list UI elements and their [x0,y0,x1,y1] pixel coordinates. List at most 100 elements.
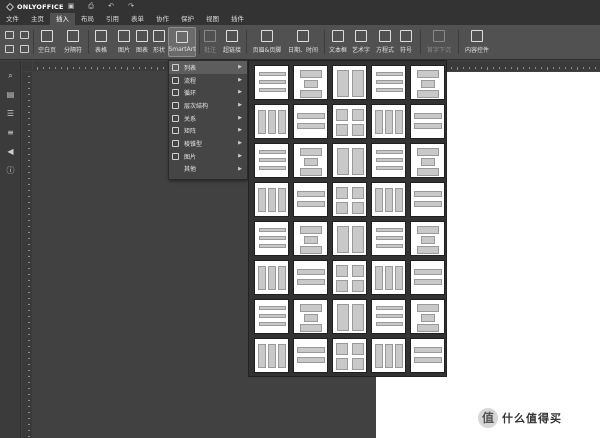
smartart-category-relationship[interactable]: 关系 ▶ [169,112,247,125]
menu-tab[interactable]: 表单 [125,13,150,25]
smartart-layout-thumbnail[interactable] [332,299,367,334]
ruler-corner[interactable] [22,61,32,71]
smartart-category-cycle[interactable]: 循环 ▶ [169,86,247,99]
smartart-layout-thumbnail[interactable] [371,299,406,334]
blank-page-button[interactable]: 空白页 [36,27,58,57]
smartart-layout-thumbnail[interactable] [254,338,289,373]
smartart-layout-thumbnail[interactable] [332,260,367,295]
smartart-category-other[interactable]: 其他 ▶ [169,163,247,176]
menu-tab[interactable]: 引用 [100,13,125,25]
smartart-layout-thumbnail[interactable] [332,143,367,178]
smartart-layout-thumbnail[interactable] [293,182,328,217]
smartart-layout-thumbnail[interactable] [371,260,406,295]
smartart-layout-thumbnail[interactable] [293,143,328,178]
smartart-layout-thumbnail[interactable] [371,143,406,178]
smartart-layout-thumbnail[interactable] [410,65,445,100]
smartart-layout-thumbnail[interactable] [293,299,328,334]
content-control-button[interactable]: 内容控件 [462,27,492,57]
equation-button[interactable]: 方程式 [374,27,396,57]
smartart-layout-thumbnail[interactable] [410,182,445,217]
smartart-layout-thumbnail[interactable] [254,299,289,334]
header-footer-button[interactable]: 页眉&页脚 [250,27,284,57]
smartart-layout-thumbnail[interactable] [410,221,445,256]
page-break-button[interactable]: 分隔符 [61,27,85,57]
smartart-layout-thumbnail[interactable] [371,338,406,373]
smartart-category-process[interactable]: 流程 ▶ [169,74,247,87]
smartart-layout-thumbnail[interactable] [293,104,328,139]
smartart-layout-thumbnail[interactable] [293,221,328,256]
menu-tab[interactable]: 文件 [0,13,25,25]
smartart-category-pyramid[interactable]: 棱锥型 ▶ [169,137,247,150]
smartart-layout-thumbnail[interactable] [410,143,445,178]
cut-icon[interactable] [20,31,29,39]
smartart-layout-thumbnail[interactable] [410,338,445,373]
smartart-layout-thumbnail[interactable] [371,65,406,100]
print-icon[interactable]: ⎙ [86,2,96,11]
smartart-layout-thumbnail[interactable] [371,221,406,256]
speaker-icon[interactable]: ◀ [6,147,15,156]
layout-shape [268,188,276,212]
undo-icon[interactable]: ↶ [106,2,116,11]
smartart-layout-thumbnail[interactable] [332,104,367,139]
app-logo: ONLYOFFICE [6,3,64,11]
smartart-layout-thumbnail[interactable] [254,143,289,178]
menu-tab[interactable]: 协作 [150,13,175,25]
smartart-layout-thumbnail[interactable] [254,104,289,139]
smartart-layout-thumbnail[interactable] [293,338,328,373]
menu-tab[interactable]: 保护 [175,13,200,25]
layout-shape [375,344,383,368]
dropcap-button[interactable]: 首字下沉 [424,27,454,57]
textbox-button[interactable]: 文本框 [327,27,349,57]
info-icon[interactable]: ⓘ [6,166,15,175]
menu-tab[interactable]: 插入 [50,13,75,25]
smartart-layout-thumbnail[interactable] [254,65,289,100]
smartart-layout-thumbnail[interactable] [410,104,445,139]
vertical-ruler[interactable] [22,72,32,438]
table-button[interactable]: 表格 [92,27,110,57]
smartart-layout-thumbnail[interactable] [410,260,445,295]
smartart-category-list[interactable]: 列表 ▶ [169,61,247,74]
smartart-layout-thumbnail[interactable] [332,65,367,100]
navigation-icon[interactable]: ☰ [6,109,15,118]
smartart-layout-thumbnail[interactable] [254,260,289,295]
symbol-button[interactable]: 符号 [397,27,415,57]
chart-button[interactable]: 图表 [134,27,150,57]
smartart-layout-thumbnail[interactable] [293,65,328,100]
smartart-category-picture[interactable]: 图片 ▶ [169,150,247,163]
smartart-layout-thumbnail[interactable] [371,182,406,217]
smartart-category-hierarchy[interactable]: 层次结构 ▶ [169,99,247,112]
image-button[interactable]: 图片 [116,27,132,57]
smartart-layout-thumbnail[interactable] [332,221,367,256]
ruler-tick [97,67,98,70]
ruler-tick [28,352,30,353]
search-icon[interactable]: ⌕ [6,71,15,80]
layout-shape [278,110,286,134]
smartart-layout-thumbnail[interactable] [254,182,289,217]
layout-shape [259,72,286,76]
smartart-category-matrix[interactable]: 矩阵 ▶ [169,124,247,137]
paste-icon[interactable] [5,45,14,53]
menu-tab[interactable]: 插件 [225,13,250,25]
smartart-layout-thumbnail[interactable] [254,221,289,256]
menu-tab[interactable]: 视图 [200,13,225,25]
smartart-layout-thumbnail[interactable] [410,299,445,334]
hyperlink-button[interactable]: 超链接 [221,27,243,57]
smartart-layout-thumbnail[interactable] [371,104,406,139]
headings-icon[interactable]: ≡ [6,128,15,137]
menu-tab[interactable]: 主页 [25,13,50,25]
menu-tab[interactable]: 布局 [75,13,100,25]
comments-icon[interactable]: ▤ [6,90,15,99]
copy-icon[interactable] [5,31,14,39]
shape-button[interactable]: 形状 [151,27,167,57]
format-painter-icon[interactable] [20,45,29,53]
smartart-button[interactable]: SmartArt [168,27,196,57]
datetime-button[interactable]: 日期、时间 [285,27,321,57]
textart-button[interactable]: 艺术字 [350,27,372,57]
smartart-layout-thumbnail[interactable] [332,182,367,217]
redo-icon[interactable]: ↷ [126,2,136,11]
smartart-layout-thumbnail[interactable] [293,260,328,295]
smartart-layout-thumbnail[interactable] [332,338,367,373]
comment-button[interactable]: 批注 [202,27,218,57]
ruler-tick [139,67,140,69]
save-icon[interactable]: ▣ [66,2,76,11]
